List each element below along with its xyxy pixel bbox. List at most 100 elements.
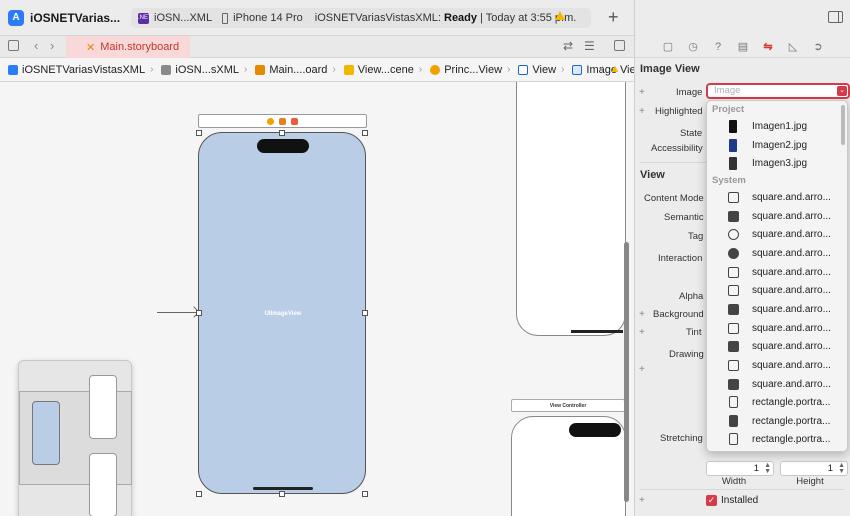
dropdown-item-system[interactable]: square.and.arro... [707, 207, 847, 225]
dropdown-item-imagen1[interactable]: Imagen1.jpg [707, 117, 847, 135]
canvas-minimap[interactable] [18, 360, 132, 516]
dropdown-item-system[interactable]: rectangle.portra... [707, 393, 847, 411]
breadcrumb-item-view[interactable]: View › [510, 64, 564, 76]
tab-main-storyboard[interactable]: ✕ Main.storyboard [66, 36, 190, 58]
breadcrumb-item-folder[interactable]: iOSN...sXML › [153, 64, 247, 76]
chevron-down-icon[interactable]: ⌄ [837, 86, 847, 96]
add-editor-icon[interactable] [614, 40, 625, 51]
resize-handle-tr[interactable] [362, 130, 368, 136]
editor-options-icon[interactable]: ☰ [584, 39, 595, 53]
image-dropdown-menu[interactable]: Project Imagen1.jpg Imagen2.jpg Imagen3.… [706, 100, 848, 452]
label-semantic: Semantic [664, 212, 704, 223]
resize-handle-mr[interactable] [362, 310, 368, 316]
dynamic-island [257, 139, 309, 153]
resize-handle-bl[interactable] [196, 491, 202, 497]
breadcrumb-item-scene[interactable]: View...cene › [336, 64, 422, 76]
label-alpha: Alpha [679, 291, 704, 302]
stretch-height-field[interactable]: 1 ▲ ▼ [780, 461, 848, 476]
chevron-left-icon[interactable]: ‹ [600, 63, 604, 75]
breadcrumb-item-project[interactable]: iOSNETVariasVistasXML › [0, 64, 153, 76]
image-field[interactable]: Image ⌄ [706, 83, 850, 99]
square-and-arrow-icon [725, 339, 741, 353]
dropdown-item-system[interactable]: square.and.arro... [707, 263, 847, 281]
app-store-icon: A [8, 9, 24, 26]
second-scene-phone[interactable] [516, 82, 626, 336]
dropdown-item-system[interactable]: rectangle.portra... [707, 412, 847, 430]
warning-small-icon[interactable]: ▲ [609, 63, 620, 75]
square-and-arrow-icon [725, 377, 741, 391]
view-controller-dock[interactable]: View Controller [511, 399, 625, 412]
resize-handle-tl[interactable] [196, 130, 202, 136]
entry-point-arrow[interactable] [157, 312, 197, 313]
add-variation-icon[interactable]: + [639, 106, 645, 117]
inspector-toggle-icon[interactable] [828, 11, 843, 23]
related-items-icon[interactable] [8, 40, 19, 51]
installed-checkbox[interactable]: ✓ [706, 495, 717, 506]
resize-handle-tc[interactable] [279, 130, 285, 136]
third-scene-phone[interactable] [511, 416, 626, 516]
history-inspector-icon[interactable]: ◷ [686, 40, 701, 53]
scheme-selector[interactable]: .NET iOSN...XML iPhone 14 Pro iOSNETVari… [131, 8, 591, 28]
identity-inspector-icon[interactable]: ▤ [736, 40, 751, 53]
add-tab-button[interactable]: + [608, 8, 619, 26]
dropdown-group-system: System [712, 175, 746, 186]
label-content-mode: Content Mode [644, 193, 704, 204]
scheme-name[interactable]: iOSN...XML [154, 12, 212, 24]
minimap-scene-1 [32, 401, 60, 465]
view-controller-icon [430, 64, 441, 75]
dropdown-item-system[interactable]: square.and.arro... [707, 319, 847, 337]
chevron-right-icon[interactable]: › [626, 63, 630, 75]
breadcrumb-item-storyboard[interactable]: Main....oard › [247, 64, 336, 76]
device-name[interactable]: iPhone 14 Pro [233, 12, 303, 24]
stepper-icon[interactable]: ▲ ▼ [838, 462, 845, 475]
resize-handle-br[interactable] [362, 491, 368, 497]
square-and-arrow-icon [725, 283, 741, 297]
add-variation-icon[interactable]: + [639, 495, 645, 506]
storyboard-icon: ✕ [86, 41, 96, 54]
dropdown-item-system[interactable]: square.and.arro... [707, 281, 847, 299]
section-view: View [640, 169, 665, 181]
label-tag: Tag [688, 231, 704, 242]
stretch-width-field[interactable]: 1 ▲ ▼ [706, 461, 774, 476]
first-responder-icon[interactable] [279, 117, 286, 125]
minimap-scene-3 [89, 453, 117, 516]
dropdown-item-system[interactable]: square.and.arro... [707, 375, 847, 393]
swap-arrows-icon[interactable]: ⇄ [563, 39, 573, 53]
dropdown-item-system[interactable]: square.and.arro... [707, 188, 847, 206]
dropdown-item-system[interactable]: square.and.arro... [707, 244, 847, 262]
add-variation-icon[interactable]: + [639, 87, 645, 98]
dropdown-item-system[interactable]: square.and.arro... [707, 300, 847, 318]
scene-dock[interactable] [198, 114, 367, 128]
square-and-arrow-icon [725, 227, 741, 241]
canvas-scrollbar[interactable] [624, 242, 629, 502]
help-inspector-icon[interactable]: ? [711, 41, 726, 53]
resize-handle-bc[interactable] [279, 491, 285, 497]
iphone-view-scene[interactable]: UIImageView [198, 132, 366, 494]
dropdown-item-imagen2[interactable]: Imagen2.jpg [707, 136, 847, 154]
dropdown-item-system[interactable]: square.and.arro... [707, 337, 847, 355]
dropdown-item-system[interactable]: square.and.arro... [707, 356, 847, 374]
size-inspector-icon[interactable]: ◺ [786, 40, 801, 53]
storyboard-canvas[interactable]: UIImageView View Controller [0, 82, 634, 516]
connections-inspector-icon[interactable]: ➲ [811, 40, 826, 53]
dropdown-item-imagen3[interactable]: Imagen3.jpg [707, 154, 847, 172]
add-variation-icon[interactable]: + [639, 364, 645, 375]
back-chevron-icon[interactable]: ‹ [34, 38, 38, 53]
add-variation-icon[interactable]: + [639, 327, 645, 338]
resize-handle-ml[interactable] [196, 310, 202, 316]
exit-icon[interactable] [291, 117, 298, 125]
storyboard-icon [255, 64, 266, 75]
dropdown-item-system[interactable]: square.and.arro... [707, 225, 847, 243]
square-and-arrow-icon [725, 190, 741, 204]
controller-dock-icon[interactable] [267, 117, 274, 125]
attributes-inspector-icon[interactable]: ⇋ [761, 40, 776, 53]
file-inspector-icon[interactable]: ▢ [661, 40, 676, 53]
dropdown-item-system[interactable]: rectangle.portra... [707, 430, 847, 448]
warning-icon[interactable] [555, 11, 565, 20]
breadcrumb-item-controller[interactable]: Princ...View › [422, 64, 510, 76]
forward-chevron-icon[interactable]: › [50, 38, 54, 53]
project-name[interactable]: iOSNETVarias... [30, 11, 120, 25]
project-icon [8, 64, 18, 75]
stepper-icon[interactable]: ▲ ▼ [764, 462, 771, 475]
add-variation-icon[interactable]: + [639, 309, 645, 320]
